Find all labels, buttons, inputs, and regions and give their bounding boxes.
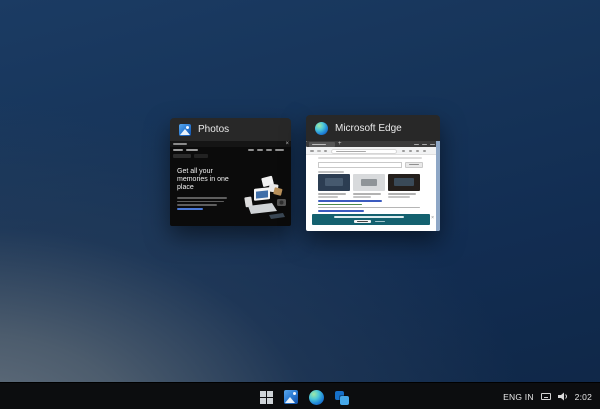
start-button[interactable] <box>254 385 278 409</box>
result-title-link[interactable] <box>318 210 364 212</box>
desktop-strip <box>436 141 440 231</box>
taskbar-photos-button[interactable] <box>279 385 303 409</box>
caption-line <box>388 193 416 195</box>
photos-toolbar-icon[interactable] <box>257 149 263 151</box>
photos-illustration <box>233 175 289 221</box>
result-title-link[interactable] <box>318 200 382 202</box>
result-url <box>318 204 362 206</box>
banner-secondary-link[interactable] <box>375 221 385 222</box>
favorites-icon[interactable] <box>402 150 405 152</box>
photos-thumbnail[interactable]: × Get all your memories in one place <box>170 141 291 226</box>
photos-tab[interactable] <box>194 154 208 158</box>
photos-menu-item[interactable] <box>186 149 198 151</box>
photos-app-icon <box>284 390 298 404</box>
caption-line <box>353 193 381 195</box>
caption-line <box>353 196 371 198</box>
photos-titlebar-text <box>173 143 187 145</box>
close-icon[interactable]: × <box>285 141 289 147</box>
close-icon[interactable] <box>430 144 435 145</box>
edge-card-header[interactable]: Microsoft Edge <box>306 115 440 141</box>
desktop: Photos × Get all your memories in one pl… <box>0 0 600 409</box>
caption-line <box>318 193 346 195</box>
maximize-icon[interactable] <box>422 144 427 145</box>
photos-toolbar-icon[interactable] <box>275 149 284 151</box>
volume-icon[interactable] <box>558 392 568 401</box>
photos-card-title: Photos <box>198 124 229 135</box>
app-card-photos[interactable]: Photos × Get all your memories in one pl… <box>170 118 291 226</box>
photos-card-header[interactable]: Photos <box>170 118 291 141</box>
edge-app-icon <box>309 390 324 405</box>
banner-close-icon[interactable]: × <box>431 216 434 221</box>
photos-menu-item[interactable] <box>173 149 183 151</box>
refresh-icon[interactable] <box>324 150 327 152</box>
edge-thumbnail[interactable]: + <box>306 141 440 231</box>
photos-toolbar-icon[interactable] <box>248 149 254 151</box>
forward-icon[interactable] <box>317 150 321 152</box>
minimize-icon[interactable] <box>414 144 419 145</box>
photos-headline: Get all your memories in one place <box>177 168 235 192</box>
touch-keyboard-icon[interactable] <box>541 393 551 400</box>
news-card-image-detail <box>361 179 377 186</box>
back-icon[interactable] <box>310 150 314 152</box>
task-view-button[interactable] <box>329 385 353 409</box>
link-line[interactable] <box>177 208 203 210</box>
profile-icon[interactable] <box>416 150 419 152</box>
task-view-icon <box>332 388 350 406</box>
taskbar-edge-button[interactable] <box>304 385 328 409</box>
search-input[interactable] <box>318 162 402 168</box>
photos-tab[interactable] <box>173 154 191 158</box>
app-card-edge[interactable]: Microsoft Edge + <box>306 115 440 231</box>
banner-button-label-skeleton <box>357 221 368 222</box>
text-line <box>177 201 224 203</box>
news-card-image-detail <box>325 178 343 186</box>
collections-icon[interactable] <box>409 150 412 152</box>
address-text <box>336 151 366 152</box>
edge-app-icon <box>315 122 328 135</box>
text-line <box>177 204 217 206</box>
caption-line <box>388 196 410 198</box>
page-nav-skeleton <box>318 157 422 159</box>
section-label-skeleton <box>318 171 344 173</box>
caption-line <box>318 196 338 198</box>
windows-logo-icon <box>260 391 273 404</box>
text-line <box>177 197 227 199</box>
clock[interactable]: 2:02 <box>575 392 592 402</box>
news-card-image-detail <box>394 178 414 186</box>
edge-card-title: Microsoft Edge <box>335 123 402 134</box>
language-indicator[interactable]: ENG IN <box>503 392 533 402</box>
photos-toolbar-icon[interactable] <box>266 149 272 151</box>
photos-titlebar <box>170 141 291 147</box>
photos-app-icon <box>179 124 191 136</box>
result-snippet <box>318 207 420 209</box>
banner-text-skeleton <box>334 216 404 218</box>
taskbar: ENG IN 2:02 <box>0 382 600 409</box>
settings-menu-icon[interactable] <box>423 150 426 152</box>
system-tray: ENG IN 2:02 <box>503 383 592 409</box>
